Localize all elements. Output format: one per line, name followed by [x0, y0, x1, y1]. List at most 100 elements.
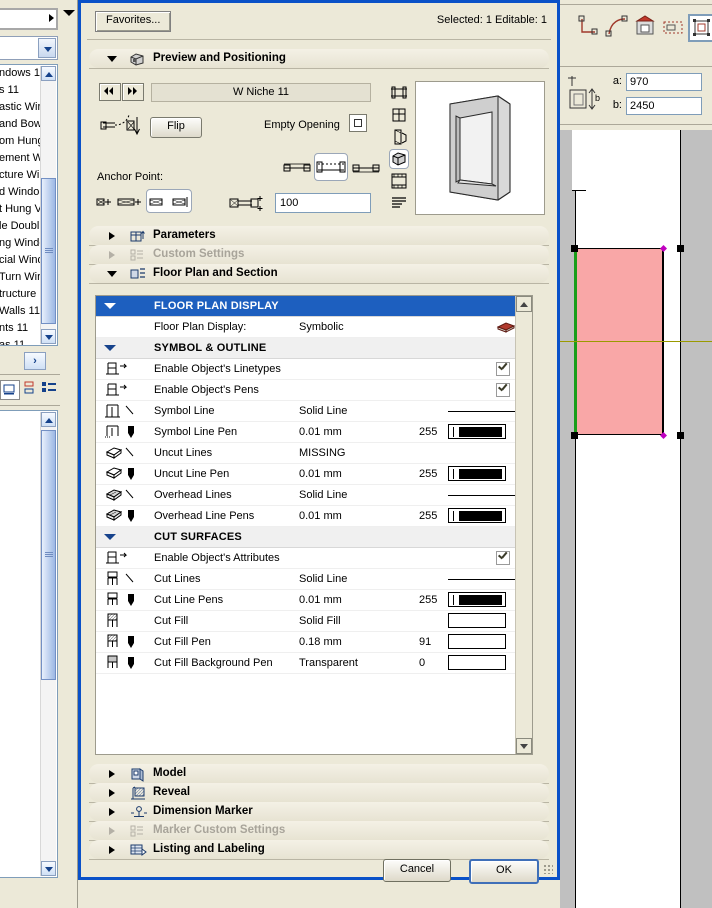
row-value[interactable]: 0.01 mm	[299, 510, 342, 522]
library-items-list[interactable]: ndows 1 s 11 astic Wir and Bow om Hung e…	[0, 64, 58, 346]
table-scrollbar[interactable]	[515, 296, 532, 754]
row-value[interactable]: Solid Line	[299, 573, 347, 585]
table-group-header-floor-plan-display[interactable]: FLOOR PLAN DISPLAY	[96, 296, 517, 317]
twisty-open-icon[interactable]	[104, 534, 116, 540]
row-value[interactable]: Solid Fill	[299, 615, 341, 627]
scrollbar-thumb[interactable]	[41, 178, 56, 324]
position-option-selected[interactable]	[314, 153, 348, 181]
triangle-right-icon[interactable]	[109, 770, 115, 778]
selection-node[interactable]	[677, 245, 684, 252]
empty-opening-checkbox[interactable]	[349, 114, 367, 132]
selection-node[interactable]	[571, 245, 578, 252]
library-list-scrollbar[interactable]	[40, 66, 56, 344]
drawing-canvas[interactable]	[560, 130, 712, 908]
table-row[interactable]: Enable Object's Linetypes	[96, 359, 517, 380]
row-value[interactable]: 0.01 mm	[299, 594, 342, 606]
triangle-down-icon[interactable]	[107, 271, 117, 277]
row-pen-number[interactable]: 255	[419, 426, 437, 438]
scroll-down-button[interactable]	[41, 329, 56, 344]
section-header-preview-and-positioning[interactable]: Preview and Positioning	[89, 49, 549, 69]
section-header-dimension-marker[interactable]: Dimension Marker	[89, 802, 549, 822]
triangle-right-icon[interactable]	[109, 808, 115, 816]
row-value[interactable]: MISSING	[299, 447, 345, 459]
row-pen-number[interactable]: 91	[419, 636, 431, 648]
row-value[interactable]: Transparent	[299, 657, 358, 669]
favorites-button[interactable]: Favorites...	[95, 11, 172, 32]
table-row[interactable]: Cut Fill Background Pen Transparent 0	[96, 653, 517, 674]
section-header-parameters[interactable]: Parameters	[89, 226, 549, 246]
table-group-header-symbol-and-outline[interactable]: SYMBOL & OUTLINE	[96, 338, 517, 359]
corner-node-icon[interactable]	[576, 14, 604, 42]
table-row[interactable]: Uncut Line Pen 0.01 mm 255	[96, 464, 517, 485]
twisty-open-icon[interactable]	[104, 303, 116, 309]
anchor-option-center-outer[interactable]	[117, 193, 143, 211]
selection-handles-icon[interactable]	[688, 14, 712, 42]
selection-node[interactable]	[677, 432, 684, 439]
table-row[interactable]: Cut Lines Solid Line	[96, 569, 532, 590]
curve-node-icon[interactable]	[604, 14, 632, 42]
row-checkbox[interactable]	[496, 383, 510, 397]
triangle-right-icon[interactable]	[109, 232, 115, 240]
pen-color-swatch[interactable]	[448, 424, 506, 439]
fill-color-swatch[interactable]	[448, 613, 506, 628]
scroll-up-button[interactable]	[41, 66, 56, 81]
double-view-icon[interactable]	[21, 380, 39, 398]
table-row[interactable]: Enable Object's Pens	[96, 380, 517, 401]
section-header-reveal[interactable]: Reveal	[89, 783, 549, 803]
floor-plan-settings-table[interactable]: FLOOR PLAN DISPLAY Floor Plan Display: S…	[95, 295, 533, 755]
position-option-left[interactable]	[282, 157, 312, 179]
chevron-down-icon[interactable]	[38, 38, 56, 58]
list-view-icon[interactable]	[389, 193, 409, 213]
fill-color-swatch[interactable]	[448, 655, 506, 670]
dialog-resize-handle[interactable]	[543, 864, 553, 874]
table-row[interactable]: Cut Fill Solid Fill	[96, 611, 517, 632]
table-row[interactable]: Enable Object's Attributes	[96, 548, 517, 569]
scroll-down-button[interactable]	[516, 738, 532, 754]
next-object-button[interactable]	[122, 83, 144, 101]
single-view-icon[interactable]	[0, 380, 20, 400]
panel-collapse-strip[interactable]	[60, 0, 78, 908]
elevation-view-icon[interactable]	[389, 83, 409, 103]
3d-view-icon[interactable]	[389, 149, 409, 169]
row-value[interactable]: Solid Line	[299, 405, 347, 417]
selection-node[interactable]	[571, 432, 578, 439]
row-value[interactable]: Symbolic	[299, 321, 344, 333]
row-pen-number[interactable]: 255	[419, 594, 437, 606]
library-next-button[interactable]: ›	[24, 352, 46, 370]
row-pen-number[interactable]: 0	[419, 657, 425, 669]
section-header-floor-plan-and-section[interactable]: Floor Plan and Section	[89, 264, 549, 284]
row-checkbox[interactable]	[496, 362, 510, 376]
table-row[interactable]: Uncut Lines MISSING	[96, 443, 517, 464]
sill-height-input[interactable]: 100	[275, 193, 371, 213]
fill-color-swatch[interactable]	[448, 634, 506, 649]
window-element-icon[interactable]	[632, 14, 660, 42]
object-name-field[interactable]: W Niche 11	[151, 83, 371, 102]
scrollbar-thumb[interactable]	[41, 430, 56, 680]
row-value[interactable]: 0.18 mm	[299, 636, 342, 648]
field-b-input[interactable]	[626, 97, 702, 115]
section-header-model[interactable]: Model	[89, 764, 549, 784]
pen-color-swatch[interactable]	[448, 508, 506, 523]
triangle-right-icon[interactable]	[109, 846, 115, 854]
details-view-icon[interactable]	[41, 380, 59, 398]
table-row[interactable]: Floor Plan Display: Symbolic	[96, 317, 517, 338]
triangle-down-icon[interactable]	[63, 10, 75, 16]
triangle-right-icon[interactable]	[109, 789, 115, 797]
scroll-down-button[interactable]	[41, 861, 56, 876]
table-row[interactable]: Overhead Lines Solid Line	[96, 485, 532, 506]
marquee-icon[interactable]	[660, 14, 688, 42]
row-value[interactable]: 0.01 mm	[299, 468, 342, 480]
position-option-right[interactable]	[351, 157, 381, 179]
scroll-up-button[interactable]	[41, 412, 56, 427]
flip-button[interactable]: Flip	[150, 117, 202, 138]
table-row[interactable]: Cut Line Pens 0.01 mm 255	[96, 590, 517, 611]
table-row[interactable]: Overhead Line Pens 0.01 mm 255	[96, 506, 517, 527]
scroll-up-button[interactable]	[516, 296, 532, 312]
triangle-down-icon[interactable]	[107, 56, 117, 62]
cancel-button[interactable]: Cancel	[383, 859, 451, 882]
anchor-option-selected[interactable]	[146, 189, 192, 213]
row-pen-number[interactable]: 255	[419, 510, 437, 522]
pen-color-swatch[interactable]	[448, 466, 506, 481]
row-value[interactable]: Solid Line	[299, 489, 347, 501]
floorplan-display-icon[interactable]	[496, 319, 516, 333]
